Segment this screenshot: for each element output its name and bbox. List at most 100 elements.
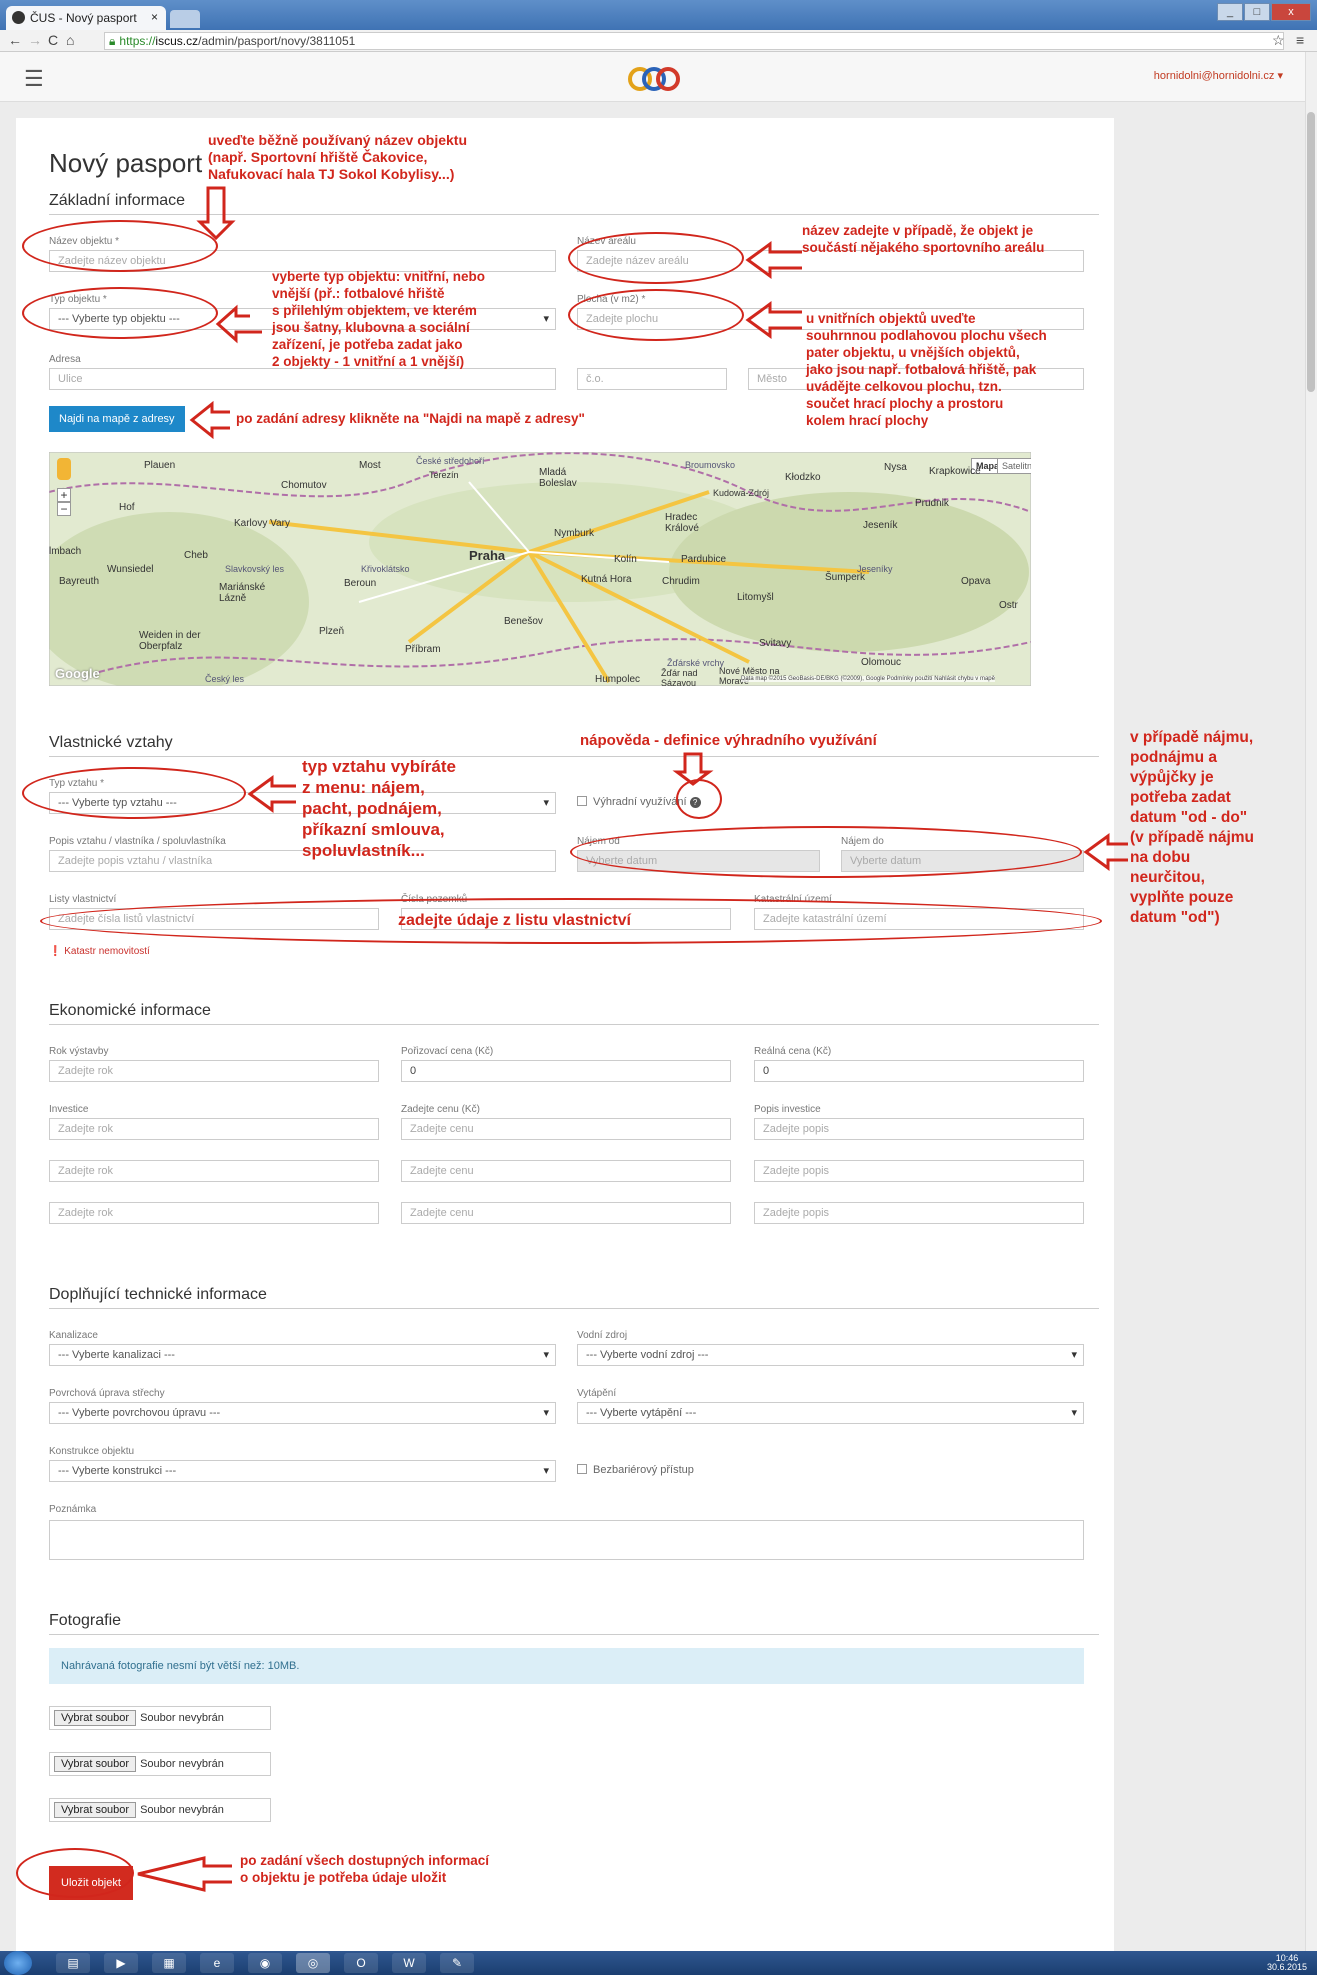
heating-select[interactable]: --- Vyberte vytápění ---: [577, 1402, 1084, 1424]
zoom-out-button[interactable]: −: [57, 502, 71, 516]
paint-icon[interactable]: ✎: [440, 1953, 474, 1973]
annotation-area-size: u vnitřních objektů uveďte souhrnnou pod…: [806, 311, 1047, 428]
map-label: Nymburk: [554, 528, 595, 539]
maximize-button[interactable]: □: [1244, 3, 1270, 21]
photo-file-input[interactable]: Vybrat soubor Soubor nevybrán: [49, 1752, 271, 1776]
outlook-icon[interactable]: O: [344, 1953, 378, 1973]
favicon-icon: [12, 11, 25, 24]
google-logo: Google: [55, 666, 100, 681]
annotation-oval: [22, 767, 246, 819]
water-source-label: Vodní zdroj: [577, 1330, 628, 1341]
investment-price-input[interactable]: Zadejte cenu: [401, 1118, 731, 1140]
map-label: Krapkowice: [929, 466, 981, 477]
choose-file-button[interactable]: Vybrat soubor: [54, 1710, 137, 1726]
map-label: České středohoří: [416, 456, 485, 466]
map-label: Slavkovský les: [225, 564, 285, 574]
photo-file-input[interactable]: Vybrat soubor Soubor nevybrán: [49, 1798, 271, 1822]
cadastre-link[interactable]: ❗ Katastr nemovitostí: [49, 946, 150, 957]
home-icon[interactable]: ⌂: [66, 32, 74, 48]
new-tab-button[interactable]: [170, 10, 200, 28]
map-label: Weiden in der Oberpfalz: [139, 630, 201, 652]
investment-price-input[interactable]: Zadejte cenu: [401, 1202, 731, 1224]
purchase-price-input[interactable]: 0: [401, 1060, 731, 1082]
tab-close-icon[interactable]: ×: [151, 10, 158, 24]
choose-file-button[interactable]: Vybrat soubor: [54, 1802, 137, 1818]
investment-year-input[interactable]: Zadejte rok: [49, 1202, 379, 1224]
map-label: Kutná Hora: [581, 574, 632, 585]
user-menu[interactable]: hornidolni@hornidolni.cz ▾: [1154, 69, 1283, 82]
find-on-map-button[interactable]: Najdi na mapě z adresy: [49, 406, 185, 432]
page-scrollbar[interactable]: [1305, 52, 1317, 1957]
forward-icon[interactable]: →: [28, 32, 42, 48]
real-price-label: Reálná cena (Kč): [754, 1046, 832, 1057]
note-textarea[interactable]: [49, 1520, 1084, 1560]
minimize-button[interactable]: _: [1217, 3, 1243, 21]
zoom-in-button[interactable]: +: [57, 488, 71, 502]
map-attribution[interactable]: Data map ©2015 GeoBasis-DE/BKG (©2009), …: [741, 676, 995, 682]
house-number-input[interactable]: č.o.: [577, 368, 727, 390]
ownership-heading: Vlastnické vztahy: [49, 734, 173, 751]
investment-year-input[interactable]: Zadejte rok: [49, 1118, 379, 1140]
investment-year-input[interactable]: Zadejte rok: [49, 1160, 379, 1182]
annotation-exclusive-use: nápověda - definice výhradního využívání: [580, 732, 877, 749]
map-label: Beroun: [344, 578, 377, 589]
barrier-free-checkbox[interactable]: Bezbariérový přístup: [577, 1464, 694, 1476]
annotation-relation-type: typ vztahu vybíráte z menu: nájem, pacht…: [302, 757, 456, 860]
explorer-icon[interactable]: ▤: [56, 1953, 90, 1973]
back-icon[interactable]: ←: [8, 32, 22, 48]
map-type-satellite-button[interactable]: Satelitní: [997, 458, 1031, 474]
document-icon[interactable]: ▦: [152, 1953, 186, 1973]
annotation-object-name: uveďte běžně používaný název objektu (na…: [208, 132, 468, 182]
construction-select[interactable]: --- Vyberte konstrukci ---: [49, 1460, 556, 1482]
media-player-icon[interactable]: ▶: [104, 1953, 138, 1973]
technical-heading: Doplňující technické informace: [49, 1286, 267, 1303]
annotation-oval: [568, 289, 744, 341]
map-label: Jeseník: [863, 520, 898, 531]
browser-tabbar: ČUS - Nový pasport × _ □ x: [0, 0, 1317, 30]
menu-icon[interactable]: ≡: [1296, 32, 1304, 48]
checkbox-box[interactable]: [577, 796, 587, 806]
build-year-input[interactable]: Zadejte rok: [49, 1060, 379, 1082]
economic-heading: Ekonomické informace: [49, 1002, 211, 1019]
address-bar[interactable]: 🔒︎ https://iscus.cz/admin/pasport/novy/38…: [104, 32, 1284, 50]
map-label: Mladá Boleslav: [539, 467, 577, 489]
map-label: Chomutov: [281, 480, 327, 491]
pegman-icon[interactable]: [57, 458, 71, 480]
choose-file-button[interactable]: Vybrat soubor: [54, 1756, 137, 1772]
browser-tab[interactable]: ČUS - Nový pasport ×: [6, 6, 166, 30]
water-source-select[interactable]: --- Vyberte vodní zdroj ---: [577, 1344, 1084, 1366]
investment-desc-input[interactable]: Zadejte popis: [754, 1202, 1084, 1224]
chrome-icon[interactable]: ◎: [296, 1953, 330, 1973]
map[interactable]: + − Mapa Satelitní Plauen Most Mladá Bol…: [49, 452, 1031, 686]
street-input[interactable]: Ulice: [49, 368, 556, 390]
investment-desc-input[interactable]: Zadejte popis: [754, 1118, 1084, 1140]
word-icon[interactable]: W: [392, 1953, 426, 1973]
app-icon[interactable]: ◉: [248, 1953, 282, 1973]
close-window-button[interactable]: x: [1271, 3, 1311, 21]
roof-select[interactable]: --- Vyberte povrchovou úpravu ---: [49, 1402, 556, 1424]
scrollbar-thumb[interactable]: [1307, 112, 1315, 392]
investment-price-input[interactable]: Zadejte cenu: [401, 1160, 731, 1182]
map-label: Chrudim: [662, 576, 700, 587]
system-clock[interactable]: 10:46 30.6.2015: [1267, 1954, 1307, 1972]
barrier-free-label: Bezbariérový přístup: [593, 1464, 694, 1476]
star-icon[interactable]: ☆: [1272, 32, 1285, 49]
investment-desc-input[interactable]: Zadejte popis: [754, 1160, 1084, 1182]
annotation-oval: [676, 779, 722, 819]
start-button[interactable]: [4, 1951, 32, 1975]
file-status: Soubor nevybrán: [140, 1804, 224, 1816]
sewage-select[interactable]: --- Vyberte kanalizaci ---: [49, 1344, 556, 1366]
real-price-input[interactable]: 0: [754, 1060, 1084, 1082]
lock-icon: 🔒︎: [109, 34, 116, 48]
reload-icon[interactable]: C: [48, 32, 58, 48]
map-label: Benešov: [504, 616, 543, 627]
hamburger-icon[interactable]: ☰: [24, 66, 44, 92]
photo-file-input[interactable]: Vybrat soubor Soubor nevybrán: [49, 1706, 271, 1730]
divider: [49, 1634, 1099, 1635]
checkbox-box[interactable]: [577, 1464, 587, 1474]
investment-price-label: Zadejte cenu (Kč): [401, 1104, 480, 1115]
map-label: Žďár nad Sázavou: [661, 668, 698, 686]
internet-explorer-icon[interactable]: e: [200, 1953, 234, 1973]
annotation-oval: [22, 220, 218, 272]
purchase-price-label: Pořizovací cena (Kč): [401, 1046, 494, 1057]
